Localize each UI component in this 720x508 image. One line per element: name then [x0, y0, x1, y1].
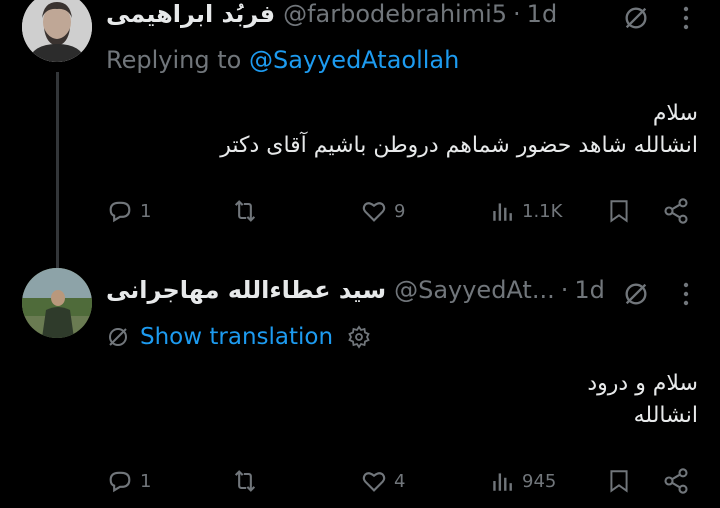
- tweet-line: سلام و درود: [587, 371, 698, 396]
- views-icon: [490, 468, 516, 494]
- reply-icon: [106, 467, 134, 495]
- timestamp[interactable]: 1d: [574, 276, 605, 304]
- reply-icon: [106, 197, 134, 225]
- views-button[interactable]: 945: [490, 463, 556, 499]
- share-icon: [662, 467, 690, 495]
- bookmark-icon: [606, 467, 632, 495]
- separator-dot: ·: [513, 0, 521, 28]
- more-icon[interactable]: [668, 276, 704, 312]
- reply-button[interactable]: 1: [106, 463, 151, 499]
- share-button[interactable]: [662, 193, 690, 229]
- action-bar: 1 9 1.1K: [106, 193, 700, 229]
- views-icon: [490, 198, 516, 224]
- tweet-line: سلام: [652, 101, 698, 126]
- like-count: 9: [394, 200, 406, 222]
- grok-icon[interactable]: [618, 0, 654, 36]
- timestamp[interactable]: 1d: [527, 0, 558, 28]
- reply-count: 1: [140, 200, 152, 222]
- replying-prefix: Replying to: [106, 46, 242, 74]
- author-handle[interactable]: @farbodebrahimi5: [283, 0, 507, 28]
- share-icon: [662, 197, 690, 225]
- views-count: 1.1K: [522, 200, 563, 222]
- retweet-button[interactable]: [230, 463, 266, 499]
- author-name[interactable]: سید عطاءالله مهاجرانی: [106, 276, 386, 304]
- tweet-line: انشالله: [633, 403, 698, 428]
- tweet[interactable]: فربُد ابراهیمی @farbodebrahimi5 · 1d Rep…: [0, 0, 720, 268]
- translate-icon: [106, 325, 130, 349]
- like-button[interactable]: 9: [360, 193, 405, 229]
- tweet-header: فربُد ابراهیمی @farbodebrahimi5 · 1d: [106, 0, 557, 28]
- thread-line: [56, 72, 59, 268]
- views-button[interactable]: 1.1K: [490, 193, 562, 229]
- like-count: 4: [394, 470, 406, 492]
- show-translation-label[interactable]: Show translation: [140, 324, 333, 350]
- tweet-line: انشالله شاهد حضور شماهم دروطن باشیم آقای…: [220, 133, 698, 158]
- author-handle[interactable]: @SayyedAt...: [394, 276, 555, 304]
- like-icon: [360, 467, 388, 495]
- avatar[interactable]: [22, 268, 92, 338]
- bookmark-button[interactable]: [606, 193, 632, 229]
- reply-button[interactable]: 1: [106, 193, 151, 229]
- views-count: 945: [522, 470, 557, 492]
- share-button[interactable]: [662, 463, 690, 499]
- retweet-icon: [230, 197, 260, 225]
- bookmark-button[interactable]: [606, 463, 632, 499]
- show-translation[interactable]: Show translation: [106, 324, 371, 350]
- action-bar: 1 4 945: [106, 463, 700, 499]
- reply-count: 1: [140, 470, 152, 492]
- replying-mention[interactable]: @SayyedAtaollah: [249, 46, 459, 74]
- like-button[interactable]: 4: [360, 463, 405, 499]
- author-name[interactable]: فربُد ابراهیمی: [106, 0, 275, 28]
- tweet[interactable]: سید عطاءالله مهاجرانی @SayyedAt... · 1d …: [0, 262, 720, 508]
- replying-to: Replying to @SayyedAtaollah: [106, 46, 459, 74]
- settings-icon[interactable]: [347, 325, 371, 349]
- tweet-text: سلام انشالله شاهد حضور شماهم دروطن باشیم…: [220, 98, 698, 162]
- tweet-header: سید عطاءالله مهاجرانی @SayyedAt... · 1d: [106, 274, 605, 306]
- separator-dot: ·: [560, 276, 569, 304]
- tweet-text: سلام و درود انشالله: [587, 368, 698, 432]
- bookmark-icon: [606, 197, 632, 225]
- avatar[interactable]: [22, 0, 92, 62]
- retweet-icon: [230, 467, 260, 495]
- more-icon[interactable]: [668, 0, 704, 36]
- like-icon: [360, 197, 388, 225]
- grok-icon[interactable]: [618, 276, 654, 312]
- retweet-button[interactable]: [230, 193, 266, 229]
